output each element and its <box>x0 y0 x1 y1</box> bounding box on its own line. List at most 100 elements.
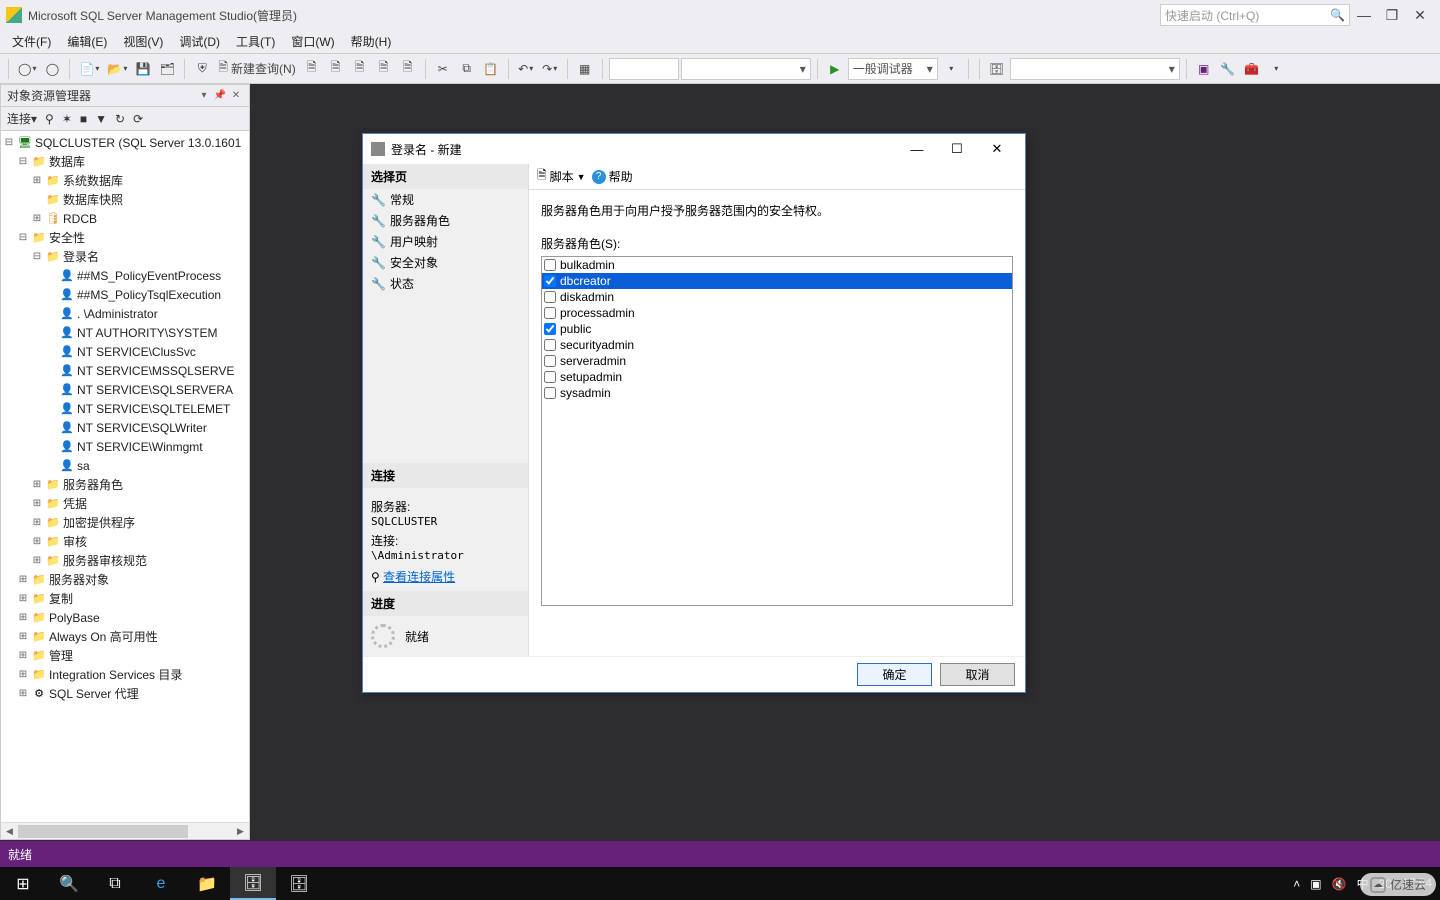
tree-alwayson[interactable]: ⊞📁Always On 高可用性 <box>1 627 249 646</box>
explorer-icon[interactable]: 📁 <box>184 867 230 900</box>
oe-disconnect-icon[interactable]: ⚲ <box>43 109 56 129</box>
tb-de-button[interactable]: 🗎 <box>301 58 323 80</box>
tree-iscatalog[interactable]: ⊞📁Integration Services 目录 <box>1 665 249 684</box>
oe-filter-icon[interactable]: ▼ <box>93 109 109 129</box>
save-all-button[interactable]: 🗂 <box>156 58 178 80</box>
new-project-button[interactable]: 📄▾ <box>76 58 102 80</box>
view-connection-link[interactable]: 查看连接属性 <box>383 570 455 584</box>
role-row-serveradmin[interactable]: serveradmin <box>542 353 1012 369</box>
tree-login-item[interactable]: 👤NT SERVICE\Winmgmt <box>1 437 249 456</box>
panel-close-button[interactable]: ✕ <box>229 89 243 103</box>
tree-databases[interactable]: ⊟📁数据库 <box>1 152 249 171</box>
menu-help[interactable]: 帮助(H) <box>343 33 400 50</box>
properties-button[interactable]: ▦ <box>574 58 596 80</box>
tree-srvaudit[interactable]: ⊞📁服务器审核规范 <box>1 551 249 570</box>
tb-xmla-button[interactable]: 🗎 <box>373 58 395 80</box>
tree-mgmt[interactable]: ⊞📁管理 <box>1 646 249 665</box>
tree-login-item[interactable]: 👤NT SERVICE\SQLTELEMET <box>1 399 249 418</box>
role-row-bulkadmin[interactable]: bulkadmin <box>542 257 1012 273</box>
panel-pin-button[interactable]: 📌 <box>213 89 227 103</box>
tree-agent[interactable]: ⊞⚙SQL Server 代理 <box>1 684 249 703</box>
role-checkbox-public[interactable] <box>544 323 556 335</box>
cancel-button[interactable]: 取消 <box>940 663 1015 686</box>
page-user-mapping[interactable]: 🔧用户映射 <box>363 231 528 252</box>
close-button[interactable]: ✕ <box>1406 5 1434 25</box>
page-status[interactable]: 🔧状态 <box>363 273 528 294</box>
tb-wrench-button[interactable]: 🔧 <box>1217 58 1239 80</box>
object-explorer-tree[interactable]: ⊟🖥SQLCLUSTER (SQL Server 13.0.1601 ⊟📁数据库… <box>1 131 249 822</box>
debug-play-button[interactable]: ▶ <box>824 58 846 80</box>
open-button[interactable]: 📂▾ <box>104 58 130 80</box>
cut-button[interactable]: ✂ <box>432 58 454 80</box>
tree-sysdb[interactable]: ⊞📁系统数据库 <box>1 171 249 190</box>
ok-button[interactable]: 确定 <box>857 663 932 686</box>
tree-audit[interactable]: ⊞📁审核 <box>1 532 249 551</box>
tree-login-item[interactable]: 👤sa <box>1 456 249 475</box>
ssms-task-icon[interactable]: 🗄 <box>230 867 276 900</box>
tb-dax-button[interactable]: 🗎 <box>397 58 419 80</box>
page-securables[interactable]: 🔧安全对象 <box>363 252 528 273</box>
connect-button[interactable]: 连接 ▾ <box>5 109 39 129</box>
scroll-right-icon[interactable]: ▶ <box>232 823 249 840</box>
tree-login-item[interactable]: 👤NT SERVICE\SQLSERVERA <box>1 380 249 399</box>
page-server-roles[interactable]: 🔧服务器角色 <box>363 210 528 231</box>
solution-combo[interactable] <box>609 58 679 80</box>
tray-up-icon[interactable]: ˄ <box>1293 877 1300 891</box>
nav-back-button[interactable]: ◯▾ <box>15 58 39 80</box>
scroll-left-icon[interactable]: ◀ <box>1 823 18 840</box>
tree-polybase[interactable]: ⊞📁PolyBase <box>1 608 249 627</box>
script-button[interactable]: 🗎脚本 ▼ <box>537 166 586 187</box>
tray-dashboard-icon[interactable]: ▣ <box>1310 877 1321 891</box>
dialog-minimize-button[interactable]: — <box>897 135 937 163</box>
tree-login-item[interactable]: 👤NT SERVICE\ClusSvc <box>1 342 249 361</box>
task-view-button[interactable]: ⧉ <box>92 867 138 900</box>
role-checkbox-dbcreator[interactable] <box>544 275 556 287</box>
tree-rdcb[interactable]: ⊞🛢RDCB <box>1 209 249 228</box>
debugger-combo[interactable]: 一般调试器▾ <box>848 58 938 80</box>
tree-credentials[interactable]: ⊞📁凭据 <box>1 494 249 513</box>
registered-servers-button[interactable]: 🗄 <box>986 58 1008 80</box>
undo-button[interactable]: ↶▾ <box>515 58 537 80</box>
start-button[interactable]: ⊞ <box>0 867 46 900</box>
menu-debug[interactable]: 调试(D) <box>171 33 228 50</box>
new-query-button[interactable]: 🗎新建查询(N) <box>215 58 298 80</box>
role-row-securityadmin[interactable]: securityadmin <box>542 337 1012 353</box>
dialog-close-button[interactable]: ✕ <box>977 135 1017 163</box>
server-roles-list[interactable]: bulkadmindbcreatordiskadminprocessadminp… <box>541 256 1013 606</box>
tree-crypto[interactable]: ⊞📁加密提供程序 <box>1 513 249 532</box>
tree-login-item[interactable]: 👤##MS_PolicyEventProcess <box>1 266 249 285</box>
help-button[interactable]: ?帮助 <box>592 168 633 185</box>
role-row-setupadmin[interactable]: setupadmin <box>542 369 1012 385</box>
role-checkbox-bulkadmin[interactable] <box>544 259 556 271</box>
tree-serverroles[interactable]: ⊞📁服务器角色 <box>1 475 249 494</box>
tree-security[interactable]: ⊟📁安全性 <box>1 228 249 247</box>
maximize-button[interactable]: ❐ <box>1378 5 1406 25</box>
role-checkbox-setupadmin[interactable] <box>544 371 556 383</box>
page-general[interactable]: 🔧常规 <box>363 189 528 210</box>
menu-window[interactable]: 窗口(W) <box>283 33 342 50</box>
tree-login-item[interactable]: 👤NT SERVICE\SQLWriter <box>1 418 249 437</box>
role-checkbox-processadmin[interactable] <box>544 307 556 319</box>
role-row-sysadmin[interactable]: sysadmin <box>542 385 1012 401</box>
tree-login-item[interactable]: 👤NT SERVICE\MSSQLSERVE <box>1 361 249 380</box>
role-row-diskadmin[interactable]: diskadmin <box>542 289 1012 305</box>
horizontal-scrollbar[interactable]: ◀ ▶ <box>1 822 249 839</box>
role-row-dbcreator[interactable]: dbcreator <box>542 273 1012 289</box>
tree-login-item[interactable]: 👤. \Administrator <box>1 304 249 323</box>
oe-refresh-icon[interactable]: ↻ <box>113 109 127 129</box>
debug-extra-button[interactable]: ▾ <box>940 58 962 80</box>
find-combo[interactable]: ▾ <box>1010 58 1180 80</box>
role-checkbox-sysadmin[interactable] <box>544 387 556 399</box>
tree-replication[interactable]: ⊞📁复制 <box>1 589 249 608</box>
tb-layout-button[interactable]: ▣ <box>1193 58 1215 80</box>
tray-volume-icon[interactable]: 🔇 <box>1332 877 1347 891</box>
server-manager-icon[interactable]: 🗄 <box>276 867 322 900</box>
redo-button[interactable]: ↷▾ <box>539 58 561 80</box>
menu-tools[interactable]: 工具(T) <box>228 33 283 50</box>
oe-sync-icon[interactable]: ⟳ <box>131 109 145 129</box>
role-row-public[interactable]: public <box>542 321 1012 337</box>
tb-overflow-button[interactable]: ▾ <box>1265 58 1287 80</box>
panel-dropdown-button[interactable]: ▾ <box>197 89 211 103</box>
tb-toolbox-button[interactable]: 🧰 <box>1241 58 1263 80</box>
menu-edit[interactable]: 编辑(E) <box>59 33 115 50</box>
